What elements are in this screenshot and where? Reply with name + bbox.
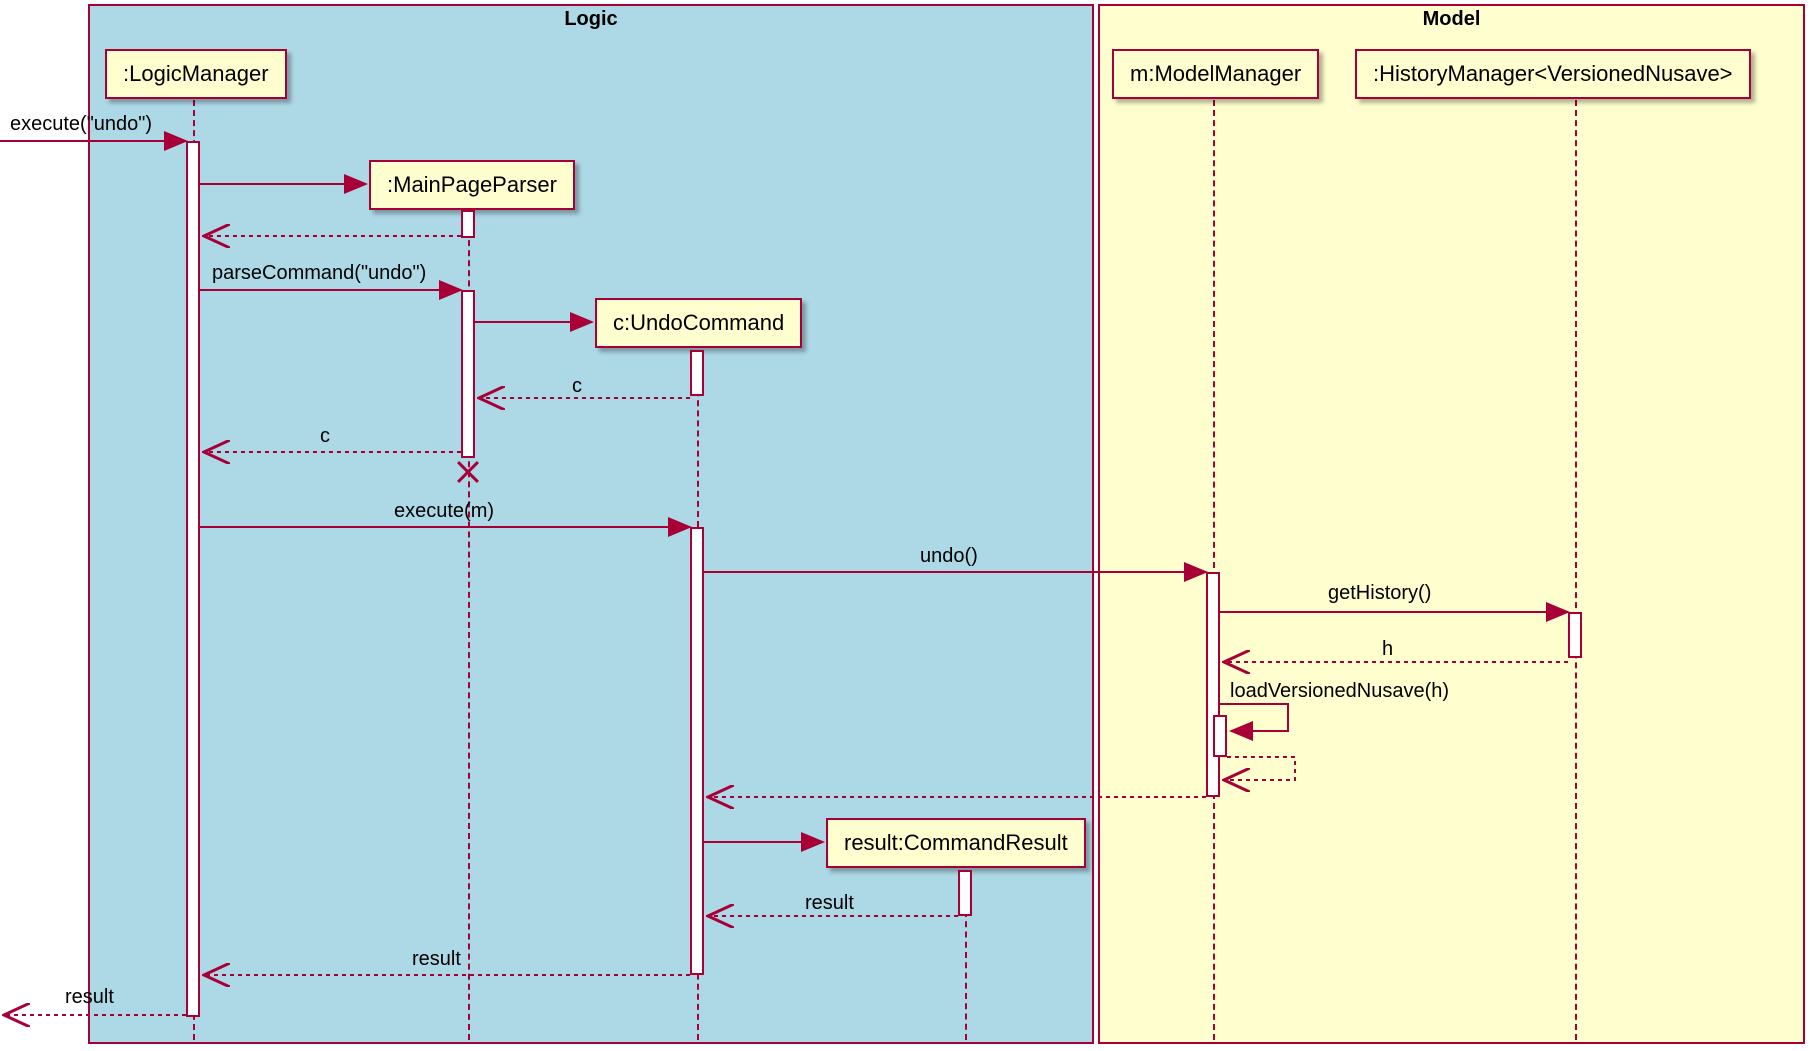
activation-undocommand-1 [690,350,704,396]
participant-mainpageparser: :MainPageParser [369,160,575,210]
msg-result-1: result [805,892,854,915]
msg-c-return2: c [320,425,330,448]
activation-undocommand-2 [690,527,704,975]
activation-historymanager [1568,612,1582,658]
activation-mainpageparser-2 [461,290,475,458]
msg-load-versioned: loadVersionedNusave(h) [1230,680,1449,703]
frame-logic: Logic [88,4,1094,1044]
msg-result-2: result [412,948,461,971]
activation-mainpageparser-1 [461,210,475,238]
msg-h-return: h [1382,638,1393,661]
participant-commandresult: result:CommandResult [826,818,1086,868]
participant-modelmanager: m:ModelManager [1112,49,1319,99]
activation-modelmanager [1206,572,1220,797]
msg-undo: undo() [920,545,978,568]
activation-modelmanager-self [1213,715,1227,757]
msg-execute-m: execute(m) [394,500,494,523]
activation-logicmanager [186,141,200,1017]
lifeline-modelmanager [1213,100,1215,1040]
msg-c-return1: c [572,375,582,398]
participant-logicmanager: :LogicManager [105,49,287,99]
msg-execute-undo: execute("undo") [10,113,152,136]
msg-get-history: getHistory() [1328,582,1431,605]
msg-parse-command: parseCommand("undo") [212,262,426,285]
participant-historymanager: :HistoryManager<VersionedNusave> [1355,49,1751,99]
participant-undocommand: c:UndoCommand [595,298,802,348]
destroy-icon [454,458,482,486]
frame-model: Model [1098,4,1805,1044]
activation-commandresult [958,870,972,916]
frame-model-label: Model [1413,6,1491,33]
lifeline-historymanager [1575,100,1577,1040]
msg-result-3: result [65,986,114,1009]
frame-logic-label: Logic [554,6,627,33]
